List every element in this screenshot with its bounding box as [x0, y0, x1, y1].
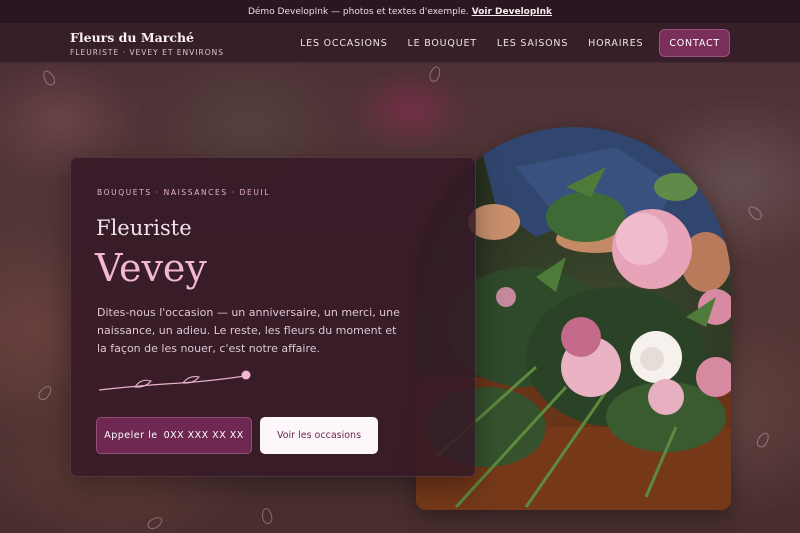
- demo-banner-text: Démo DevelopInk — photos et textes d'exe…: [247, 6, 469, 17]
- call-button-number: 0XX XXX XX XX: [163, 430, 244, 441]
- contact-button[interactable]: CONTACT: [659, 29, 730, 57]
- hero-card: BOUQUETS · NAISSANCES · DEUIL Fleuriste …: [70, 157, 476, 477]
- hero-title-line1: Fleuriste: [96, 216, 192, 240]
- main-nav: LES OCCASIONS LE BOUQUET LES SAISONS HOR…: [290, 29, 730, 57]
- nav-link-bouquet[interactable]: LE BOUQUET: [398, 38, 487, 49]
- brand-tagline: FLEURISTE · VEVEY ET ENVIRONS: [70, 48, 224, 57]
- demo-banner: Démo DevelopInk — photos et textes d'exe…: [0, 0, 800, 23]
- nav-link-horaires[interactable]: HORAIRES: [578, 38, 653, 49]
- demo-banner-link[interactable]: Voir DevelopInk: [472, 7, 552, 17]
- hero-description: Dites-nous l'occasion — un anniversaire,…: [97, 306, 400, 355]
- site-header: Fleurs du Marché FLEURISTE · VEVEY ET EN…: [0, 23, 800, 63]
- hero-eyebrow: BOUQUETS · NAISSANCES · DEUIL: [97, 188, 271, 197]
- view-occasions-button[interactable]: Voir les occasions: [260, 417, 378, 454]
- call-button[interactable]: Appeler le 0XX XXX XX XX: [96, 417, 252, 454]
- brand[interactable]: Fleurs du Marché FLEURISTE · VEVEY ET EN…: [70, 30, 224, 57]
- brand-name: Fleurs du Marché: [70, 30, 194, 45]
- nav-link-occasions[interactable]: LES OCCASIONS: [290, 38, 397, 49]
- vine-divider-icon: [98, 370, 251, 391]
- call-button-label: Appeler le: [104, 430, 158, 441]
- nav-link-saisons[interactable]: LES SAISONS: [487, 38, 578, 49]
- hero-title-line2: Vevey: [95, 246, 207, 290]
